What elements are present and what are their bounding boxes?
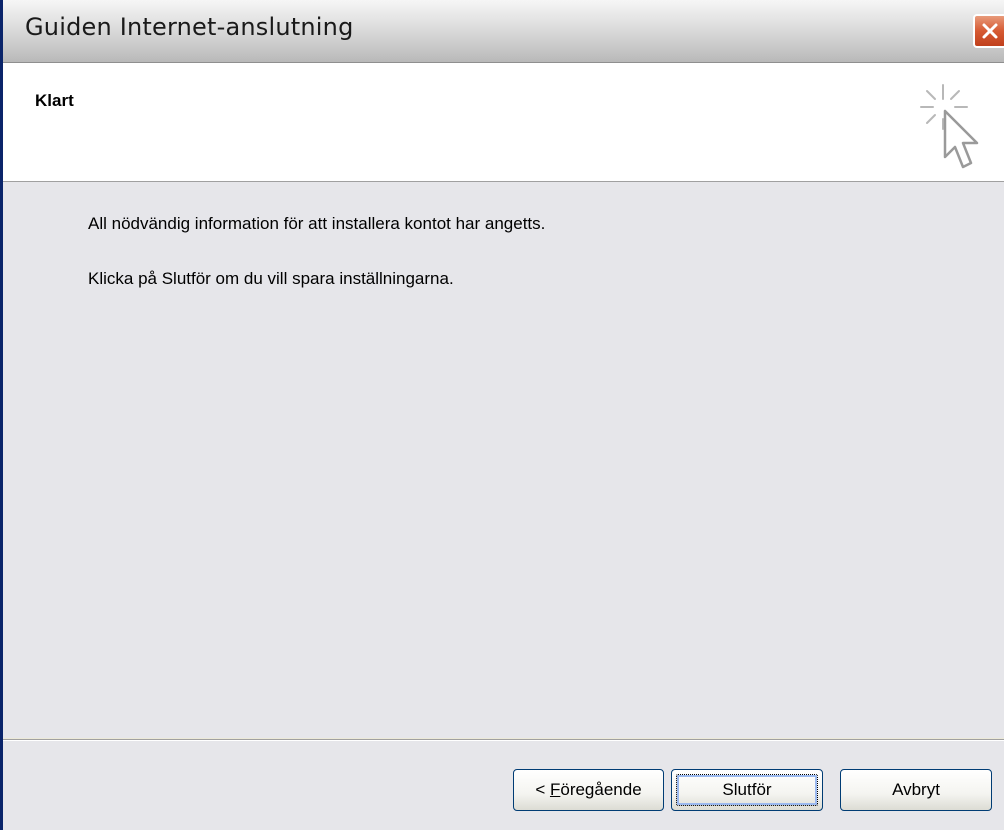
wizard-header: Klart bbox=[3, 63, 1004, 182]
previous-button-prefix: < bbox=[535, 780, 550, 799]
close-button[interactable] bbox=[973, 14, 1004, 48]
info-text-complete: All nödvändig information för att instal… bbox=[88, 214, 546, 233]
finish-button[interactable]: Slutför bbox=[671, 769, 823, 811]
previous-button[interactable]: < Föregående bbox=[513, 769, 664, 811]
finish-button-label: Slutför bbox=[722, 780, 772, 799]
button-bar: < Föregående Slutför Avbryt bbox=[3, 741, 1004, 830]
cancel-button[interactable]: Avbryt bbox=[840, 769, 992, 811]
previous-button-mnemonic: F bbox=[549, 780, 561, 799]
cancel-button-label: Avbryt bbox=[892, 780, 940, 799]
page-title: Klart bbox=[35, 91, 74, 110]
info-text-instruction: Klicka på Slutför om du vill spara instä… bbox=[88, 269, 454, 288]
close-icon bbox=[982, 23, 998, 39]
previous-button-label: öregående bbox=[560, 780, 642, 799]
title-bar[interactable]: Guiden Internet-anslutning bbox=[3, 0, 1004, 63]
sparkle-cursor-icon bbox=[920, 84, 979, 169]
window-title: Guiden Internet-anslutning bbox=[25, 13, 354, 41]
wizard-content: All nödvändig information för att instal… bbox=[3, 182, 1004, 738]
wizard-window: Guiden Internet-anslutning Klart All nöd… bbox=[0, 0, 1004, 830]
